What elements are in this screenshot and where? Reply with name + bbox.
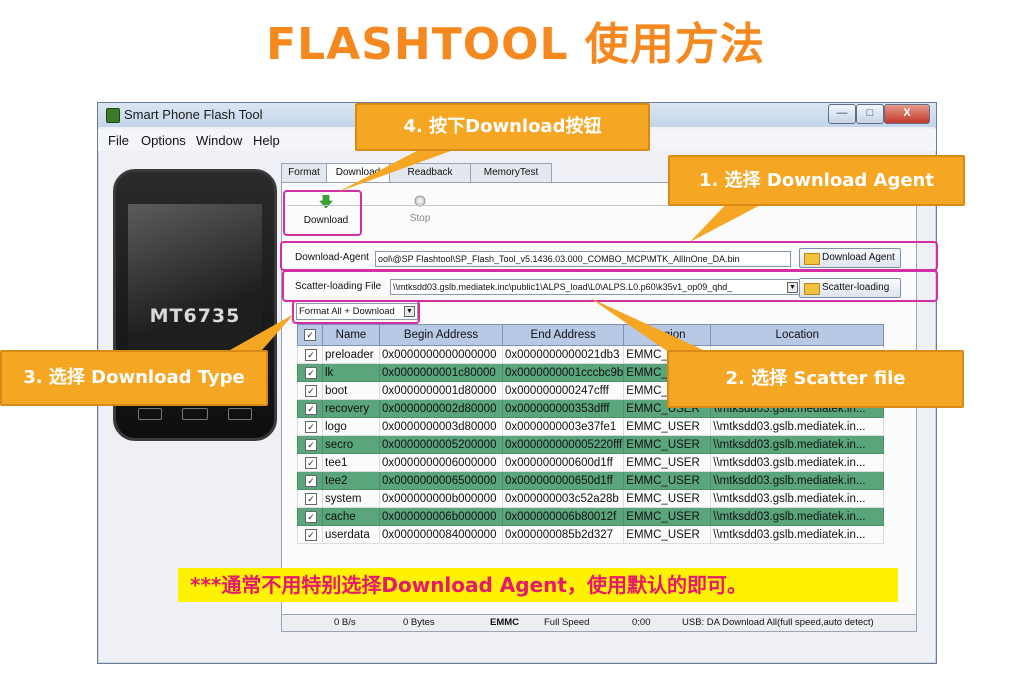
callout-step3: 3. 选择 Download Type [0,350,268,406]
pointer-step1 [690,200,770,242]
pointer-step4 [338,144,470,192]
callout-step1: 1. 选择 Download Agent [668,155,965,206]
note-banner: ***通常不用特别选择Download Agent，使用默认的即可。 [178,568,898,602]
callout-step4: 4. 按下Download按钮 [355,103,650,151]
callout-step2: 2. 选择 Scatter file [667,350,964,408]
pointer-step3 [230,314,294,350]
